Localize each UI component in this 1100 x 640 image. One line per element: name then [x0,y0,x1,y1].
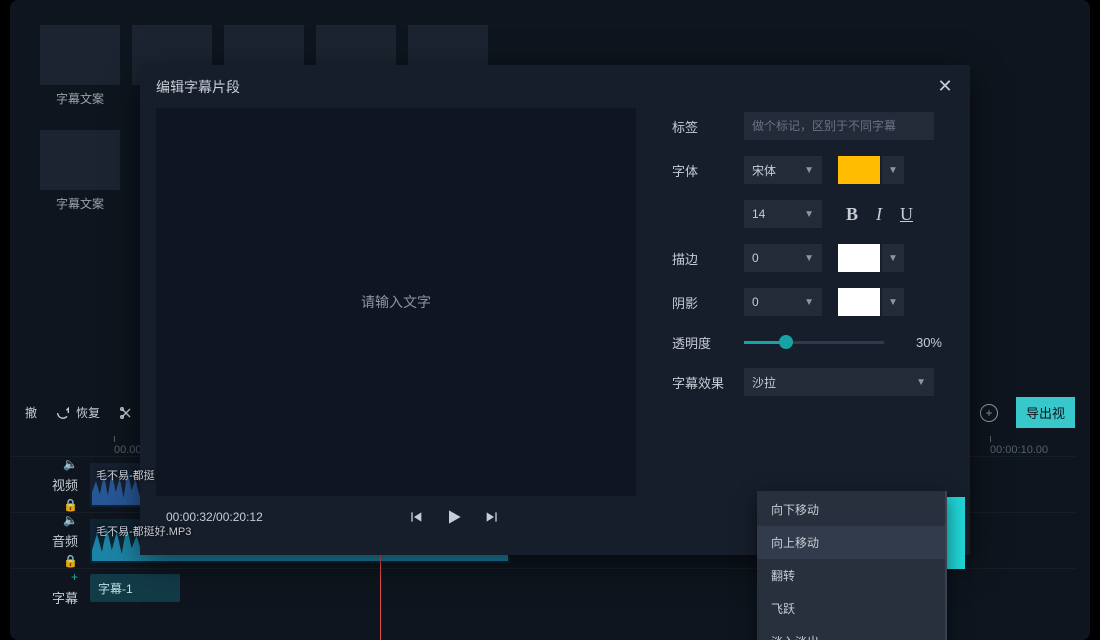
effect-option[interactable]: 飞跃 [757,592,945,625]
track-label-subtitle: + 字幕 [10,568,90,608]
effect-option[interactable]: 翻转 [757,559,945,592]
media-thumb[interactable]: 字幕文案 [40,25,120,85]
undo-button[interactable]: 撤 [25,404,37,421]
effect-label: 字幕效果 [672,373,728,392]
plus-icon[interactable]: + [71,570,78,584]
bold-button[interactable]: B [846,204,858,225]
media-thumb-label: 字幕文案 [40,90,120,107]
speaker-icon[interactable]: 🔈 [63,513,78,527]
chevron-down-icon: ▼ [804,165,814,176]
opacity-label: 透明度 [672,333,728,352]
chevron-down-icon: ▼ [888,253,898,264]
clip-title: 毛不易-都挺 [96,467,155,483]
redo-icon [55,405,71,421]
track-label-video: 🔈 视频 🔒 [10,456,90,512]
effect-option[interactable]: 向下移动 [757,493,945,526]
add-button[interactable]: + [980,404,998,422]
font-size-select[interactable]: 14▼ [744,200,822,228]
speaker-icon[interactable]: 🔈 [63,457,78,471]
shadow-label: 阴影 [672,293,728,312]
font-color-dropdown[interactable]: ▼ [882,156,904,184]
chevron-down-icon: ▼ [804,209,814,220]
track-label-audio: 🔈 音频 🔒 [10,512,90,568]
font-family-select[interactable]: 宋体▼ [744,156,822,184]
shadow-size-select[interactable]: 0▼ [744,288,822,316]
scissors-icon [118,405,134,421]
stroke-label: 描边 [672,249,728,268]
stroke-color-dropdown[interactable]: ▼ [882,244,904,272]
effect-option[interactable]: 向上移动 [757,526,945,559]
chevron-down-icon: ▼ [916,377,926,388]
cut-button[interactable] [118,405,134,421]
subtitle-form: 标签 字体 宋体▼ ▼ 14▼ [652,108,954,538]
export-button[interactable]: 导出视 [1016,397,1075,428]
prev-frame-button[interactable] [408,509,424,525]
preview-canvas[interactable]: 请输入文字 [156,108,636,496]
effect-select[interactable]: 沙拉▼ [744,368,934,396]
clip-title: 毛不易-都挺好.MP3 [96,523,191,539]
chevron-down-icon: ▼ [888,165,898,176]
dialog-title: 编辑字幕片段 [156,77,240,97]
effect-dropdown: 向下移动向上移动翻转飞跃淡入淡出 [757,491,947,640]
preview-controls: 00:00:32/00:20:12 [156,496,636,538]
subtitle-clip[interactable]: 字幕-1 [90,574,180,602]
chevron-down-icon: ▼ [888,297,898,308]
chevron-down-icon: ▼ [804,297,814,308]
lock-icon[interactable]: 🔒 [63,498,78,512]
track-labels: 🔈 视频 🔒 🔈 音频 🔒 + 字幕 [10,456,90,640]
font-color-swatch[interactable] [838,156,880,184]
play-button[interactable] [444,507,464,527]
stroke-color-swatch[interactable] [838,244,880,272]
opacity-value: 30% [900,335,942,350]
preview-panel: 请输入文字 00:00:32/00:20:12 [156,108,636,538]
close-icon[interactable]: ✕ [936,76,954,97]
effect-option[interactable]: 淡入淡出 [757,625,945,640]
opacity-slider[interactable] [744,332,884,352]
shadow-color-dropdown[interactable]: ▼ [882,288,904,316]
timecode: 00:00:32/00:20:12 [166,510,263,524]
tag-input[interactable] [744,112,934,140]
italic-button[interactable]: I [876,204,882,225]
media-thumb-label: 字幕文案 [40,195,120,212]
edit-subtitle-dialog: 编辑字幕片段 ✕ 请输入文字 00:00:32/00:20:12 [140,65,970,555]
preview-placeholder: 请输入文字 [361,292,431,312]
lock-icon[interactable]: 🔒 [63,554,78,568]
tag-label: 标签 [672,117,728,136]
media-thumb[interactable]: 字幕文案 [40,130,120,190]
redo-button[interactable]: 恢复 [55,404,100,421]
chevron-down-icon: ▼ [804,253,814,264]
shadow-color-swatch[interactable] [838,288,880,316]
underline-button[interactable]: U [900,204,913,225]
font-label: 字体 [672,161,728,180]
next-frame-button[interactable] [484,509,500,525]
stroke-width-select[interactable]: 0▼ [744,244,822,272]
